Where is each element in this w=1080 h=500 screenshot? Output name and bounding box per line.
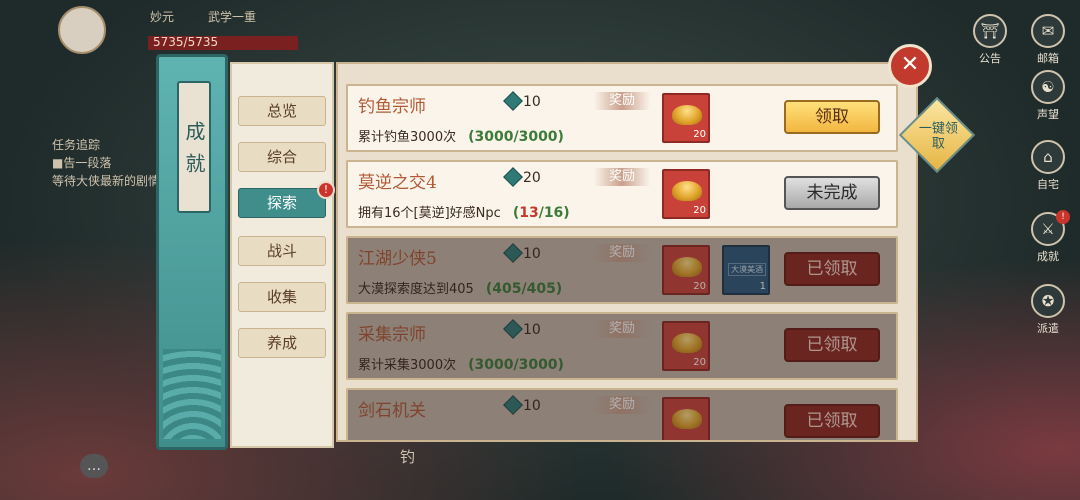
- achievement-progress: (405/405): [485, 281, 563, 297]
- achievement-list[interactable]: 钓鱼宗师 10 奖励 累计钓鱼3000次 (3000/3000) 20 领取 莫逆…: [336, 62, 918, 442]
- achievement-points: 10: [503, 243, 541, 263]
- reward-count: 1: [759, 281, 766, 292]
- achievement-points: 10: [503, 395, 541, 415]
- reward-slot[interactable]: 大漠美酒 1: [722, 245, 770, 295]
- reward-slot[interactable]: 20: [662, 93, 710, 143]
- player-name: 妙元: [150, 10, 175, 24]
- quest-tracker-title: 任务追踪: [52, 138, 101, 152]
- reward-tag: 奖励: [594, 92, 650, 110]
- achievement-points: 10: [503, 91, 541, 111]
- reward-tag: 奖励: [594, 320, 650, 338]
- tab-collect[interactable]: 收集: [238, 282, 326, 312]
- item-label: 大漠美酒: [728, 263, 766, 276]
- tab-nurture[interactable]: 养成: [238, 328, 326, 358]
- gold-ingot-icon: [672, 257, 702, 277]
- achievement-points: 20: [503, 167, 541, 187]
- gold-ingot-icon: [672, 181, 702, 201]
- tab-explore[interactable]: 探索 !: [238, 181, 335, 218]
- achievement-progress: (13/16): [512, 205, 570, 221]
- tab-overview[interactable]: 总览: [238, 96, 326, 126]
- side-item-label: 派遣: [1037, 322, 1059, 335]
- claim-all-label: 一键领取: [918, 121, 958, 152]
- quest-line: ■告一段落: [52, 156, 112, 170]
- achievement-desc: 累计采集3000次 (3000/3000): [358, 357, 564, 373]
- home-icon: ⌂: [1031, 140, 1065, 174]
- notification-badge: !: [1056, 210, 1070, 224]
- side-item-label: 公告: [979, 52, 1001, 65]
- side-item-fame[interactable]: ☯ 声望: [1024, 70, 1072, 122]
- reward-tag: 奖励: [594, 168, 650, 186]
- reward-count: 20: [693, 129, 706, 140]
- achievement-card: 剑石机关 10 奖励 已领取: [346, 388, 898, 440]
- achievement-name: 采集宗师: [358, 325, 426, 345]
- achievement-desc: 拥有16个[莫逆]好感Npc (13/16): [358, 205, 570, 221]
- gate-icon: ⛩: [973, 14, 1007, 48]
- achievement-card: 莫逆之交4 20 奖励 拥有16个[莫逆]好感Npc (13/16) 20 未完成: [346, 160, 898, 228]
- side-item-dispatch[interactable]: ✪ 派遣: [1024, 284, 1072, 336]
- tab-notification-badge: !: [317, 181, 335, 199]
- player-avatar[interactable]: [58, 6, 106, 54]
- achievement-progress: (3000/3000): [468, 129, 564, 145]
- wave-decoration: [163, 349, 221, 439]
- achievement-points: 10: [503, 319, 541, 339]
- window-title: 成就: [177, 81, 211, 213]
- tab-label: 探索: [266, 194, 297, 212]
- player-level: 武学一重: [208, 10, 257, 24]
- chat-icon[interactable]: …: [80, 454, 108, 478]
- achievement-progress: (3000/3000): [468, 357, 564, 373]
- achievement-card: 钓鱼宗师 10 奖励 累计钓鱼3000次 (3000/3000) 20 领取: [346, 84, 898, 152]
- achievement-name: 剑石机关: [358, 401, 426, 421]
- jade-icon: [503, 91, 523, 111]
- jade-icon: [503, 395, 523, 415]
- side-item-label: 邮箱: [1037, 52, 1059, 65]
- quest-line: 等待大侠最新的剧情: [52, 174, 161, 188]
- title-banner: 成就: [156, 54, 228, 450]
- achievement-name: 江湖少侠5: [358, 249, 437, 269]
- reward-count: 20: [693, 357, 706, 368]
- category-tabs: 总览 综合 探索 ! 战斗 收集 养成: [230, 62, 335, 448]
- achievement-desc: 大漠探索度达到405 (405/405): [358, 281, 563, 297]
- reward-count: 20: [693, 281, 706, 292]
- gold-ingot-icon: [672, 409, 702, 429]
- achievement-card: 江湖少侠5 10 奖励 大漠探索度达到405 (405/405) 20 大漠美酒 …: [346, 236, 898, 304]
- tab-combat[interactable]: 战斗: [238, 236, 326, 266]
- achievement-desc: 累计钓鱼3000次 (3000/3000): [358, 129, 564, 145]
- claimed-button[interactable]: 已领取: [784, 252, 880, 286]
- reward-tag: 奖励: [594, 396, 650, 414]
- reward-tag: 奖励: [594, 244, 650, 262]
- player-hud: 妙元 武学一重 5735/5735: [58, 6, 298, 54]
- side-item-mail[interactable]: ✉ 邮箱: [1024, 14, 1072, 66]
- achievement-name: 莫逆之交4: [358, 173, 437, 193]
- gold-ingot-icon: [672, 333, 702, 353]
- incomplete-button[interactable]: 未完成: [784, 176, 880, 210]
- achievement-name: 钓鱼宗师: [358, 97, 426, 117]
- claimed-button[interactable]: 已领取: [784, 404, 880, 438]
- jade-icon: [503, 319, 523, 339]
- side-item-announcement[interactable]: ⛩ 公告: [966, 14, 1014, 66]
- reward-slot[interactable]: 20: [662, 321, 710, 371]
- fame-icon: ☯: [1031, 70, 1065, 104]
- reward-slot[interactable]: 20: [662, 169, 710, 219]
- side-item-label: 声望: [1037, 108, 1059, 121]
- tab-general[interactable]: 综合: [238, 142, 326, 172]
- mail-icon: ✉: [1031, 14, 1065, 48]
- jade-icon: [503, 167, 523, 187]
- achievement-window: 成就 总览 综合 探索 ! 战斗 收集 养成 钓鱼宗师 10 奖励 累计钓鱼30…: [156, 54, 920, 450]
- hp-text: 5735/5735: [153, 35, 219, 49]
- dispatch-icon: ✪: [1031, 284, 1065, 318]
- gold-ingot-icon: [672, 105, 702, 125]
- reward-slot[interactable]: [662, 397, 710, 440]
- side-item-achievement[interactable]: ⚔ ! 成就: [1024, 210, 1072, 264]
- achievement-card: 采集宗师 10 奖励 累计采集3000次 (3000/3000) 20 已领取: [346, 312, 898, 380]
- quest-tracker[interactable]: 任务追踪 ■告一段落 等待大侠最新的剧情: [52, 136, 172, 190]
- reward-count: 20: [693, 205, 706, 216]
- side-item-label: 成就: [1037, 250, 1059, 263]
- claimed-button[interactable]: 已领取: [784, 328, 880, 362]
- side-item-home[interactable]: ⌂ 自宅: [1024, 140, 1072, 192]
- side-item-label: 自宅: [1037, 178, 1059, 191]
- jade-icon: [503, 243, 523, 263]
- claim-button[interactable]: 领取: [784, 100, 880, 134]
- close-button[interactable]: ✕: [888, 44, 932, 88]
- reward-slot[interactable]: 20: [662, 245, 710, 295]
